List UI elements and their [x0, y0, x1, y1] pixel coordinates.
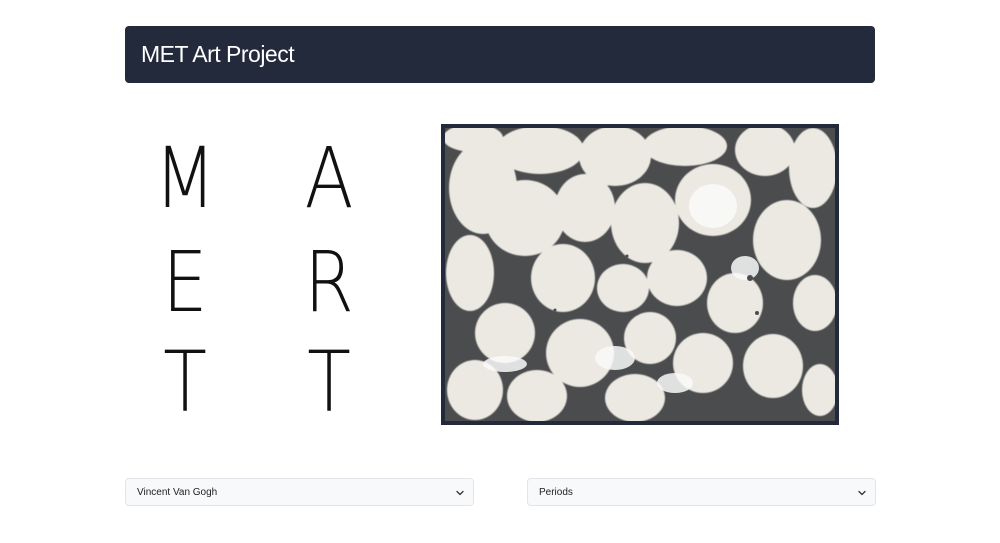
marbled-paper-artwork [445, 128, 835, 421]
logo-letter: R [304, 233, 354, 331]
artist-select-value: Vincent Van Gogh [137, 487, 218, 498]
chevron-down-icon [858, 490, 866, 496]
app-title[interactable]: MET Art Project [141, 40, 295, 68]
logo-letter: T [307, 333, 351, 431]
logo-letter: A [304, 129, 354, 227]
chevron-down-icon [456, 490, 464, 496]
artist-select[interactable]: Vincent Van Gogh [125, 478, 474, 506]
logo-letter: T [163, 333, 207, 431]
period-select-value: Periods [539, 487, 573, 498]
period-select[interactable]: Periods [527, 478, 876, 506]
artwork-image [441, 124, 839, 425]
header-bar: MET Art Project [125, 26, 875, 83]
logo-letter: E [162, 233, 208, 331]
met-art-logo: M A E R T T [140, 128, 390, 424]
logo-letter: M [154, 129, 216, 227]
